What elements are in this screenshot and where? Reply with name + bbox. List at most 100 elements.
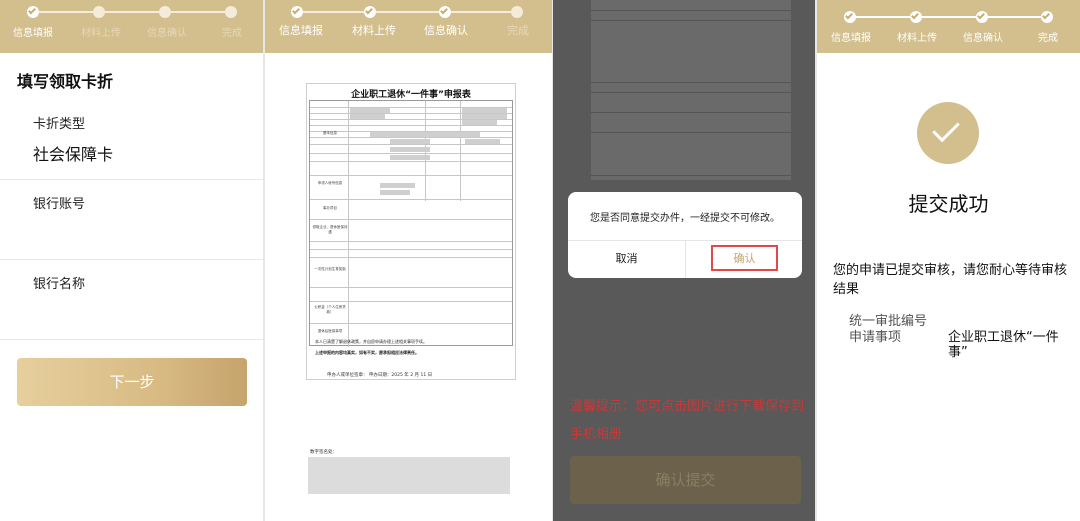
document-title: 企业职工退休“一件事”申报表: [351, 90, 471, 100]
table-row-line: [591, 112, 791, 113]
check-icon: [292, 6, 300, 15]
confirm-submit-button[interactable]: 确认提交: [570, 456, 801, 504]
approval-number-label: 统一审批编号: [849, 314, 928, 329]
table-row-line: [591, 10, 791, 11]
stepper-track: [849, 16, 1047, 18]
redacted-value: [380, 190, 410, 195]
signature-label: 数字签名处：: [310, 450, 337, 455]
step-label-confirm: 信息确认: [424, 24, 468, 37]
step-label-done: 完成: [222, 28, 242, 39]
check-icon: [28, 6, 36, 15]
dialog-confirm-button[interactable]: 确认: [711, 245, 778, 271]
check-icon: [845, 11, 853, 20]
table-row-line: [310, 301, 512, 302]
divider: [685, 240, 686, 278]
redacted-value: [390, 147, 430, 152]
progress-stepper: 信息填报 材料上传 信息确认 完成: [817, 0, 1080, 53]
table-column-line: [460, 101, 461, 201]
application-form-image[interactable]: 企业职工退休“一件事”申报表 基本信息 申领人帐号信息 事办项目 领取企业、退休…: [306, 83, 516, 380]
redacted-value: [462, 114, 507, 119]
app-screens: 信息填报 材料上传 信息确认 完成 填写领取卡折 卡折类型 社会保障卡 银行账号…: [0, 0, 1080, 521]
document-table: 基本信息 申领人帐号信息 事办项目 领取企业、退休医保待遇 一次性计划生育奖励 …: [309, 100, 513, 347]
divider: [0, 259, 263, 260]
confirm-submit-screen: 温馨提示：您可点击图片进行下载保存到手机相册 确认提交 您是否同意提交办件，一经…: [553, 0, 815, 521]
check-icon: [365, 6, 373, 15]
redacted-value: [462, 120, 497, 125]
matter-value: 企业职工退休“一件事”: [948, 330, 1059, 360]
download-tip: 温馨提示：您可点击图片进行下载保存到手机相册: [570, 399, 805, 442]
step-dot-done: [844, 11, 856, 23]
step-dot-done: [291, 6, 303, 18]
table-row-line: [310, 323, 512, 324]
document-section: 公积金（个人住房贷款）: [314, 305, 346, 314]
table-row-line: [310, 241, 512, 242]
redacted-value: [380, 183, 415, 188]
card-type-select[interactable]: 社会保障卡: [33, 141, 113, 165]
document-section: 领取企业、退休医保待遇: [312, 225, 348, 234]
step-label-done: 完成: [507, 24, 529, 37]
document-declaration: 本人已清楚了解退休政策，并自愿申请办理上述相关事项手续。: [315, 339, 427, 344]
progress-stepper: 信息填报 材料上传 信息确认 完成: [265, 0, 552, 53]
dialog-message: 您是否同意提交办件，一经提交不可修改。: [590, 213, 780, 224]
step-label-fill: 信息填报: [13, 28, 53, 39]
dialog-cancel-button[interactable]: 取消: [568, 240, 685, 278]
redacted-value: [390, 139, 430, 144]
table-row-line: [310, 199, 512, 200]
table-row-line: [591, 132, 791, 133]
redacted-value: [350, 108, 390, 113]
next-step-button[interactable]: 下一步: [17, 358, 247, 406]
stepper-track: [297, 11, 517, 13]
step-label-fill: 信息填报: [831, 33, 871, 44]
step-dot: [93, 6, 105, 18]
document-section: 一次性计划生育奖励: [314, 267, 346, 271]
step-label-confirm: 信息确认: [963, 33, 1003, 44]
document-statement: 上述申报的内容均真实，如有不实，愿承担相应法律责任。: [315, 350, 419, 355]
step-dot-done: [910, 11, 922, 23]
check-icon: [932, 114, 960, 143]
dimmed-document: [591, 0, 791, 180]
bank-account-label: 银行账号: [33, 197, 86, 212]
table-row-line: [310, 153, 512, 154]
step-dot: [159, 6, 171, 18]
step-dot: [225, 6, 237, 18]
table-row-line: [310, 257, 512, 258]
step-label-fill: 信息填报: [279, 24, 323, 37]
step-label-upload: 材料上传: [897, 33, 937, 44]
table-row-line: [310, 249, 512, 250]
step-dot-done: [364, 6, 376, 18]
table-row-line: [591, 20, 791, 21]
fill-info-screen: 信息填报 材料上传 信息确认 完成 填写领取卡折 卡折类型 社会保障卡 银行账号…: [0, 0, 263, 521]
form-title: 填写领取卡折: [17, 72, 114, 91]
table-row-line: [310, 144, 512, 145]
table-row-line: [310, 287, 512, 288]
redacted-value: [370, 132, 480, 137]
signature-area[interactable]: [308, 457, 510, 494]
document-preview-screen: 信息填报 材料上传 信息确认 完成 企业职工退休“一件事”申报表 基本信息 申领…: [265, 0, 552, 521]
bank-name-input[interactable]: [33, 294, 248, 324]
table-row-line: [310, 137, 512, 138]
check-icon: [977, 11, 985, 20]
redacted-value: [350, 114, 385, 119]
submit-success-screen: 信息填报 材料上传 信息确认 完成 提交成功 您的申请已提交审核，请您耐心等待审…: [817, 0, 1080, 521]
step-dot-done: [976, 11, 988, 23]
progress-stepper: 信息填报 材料上传 信息确认 完成: [0, 0, 263, 53]
success-description: 您的申请已提交审核，请您耐心等待审核结果: [833, 263, 1068, 297]
redacted-value: [390, 155, 430, 160]
table-row-line: [310, 219, 512, 220]
redacted-value: [465, 139, 500, 144]
bank-name-label: 银行名称: [33, 277, 86, 292]
step-dot-done: [1041, 11, 1053, 23]
card-type-label: 卡折类型: [33, 117, 86, 132]
success-check-icon: [917, 102, 979, 164]
step-label-upload: 材料上传: [352, 24, 396, 37]
bank-account-input[interactable]: [33, 214, 248, 244]
confirm-dialog: 您是否同意提交办件，一经提交不可修改。 取消 确认: [568, 192, 802, 278]
document-section: 事办项目: [323, 206, 337, 210]
table-row-line: [591, 92, 791, 93]
matter-label: 申请事项: [849, 330, 902, 345]
step-dot-done: [439, 6, 451, 18]
document-section: 退休后医保事项: [317, 329, 343, 333]
redacted-value: [462, 108, 507, 113]
step-label-upload: 材料上传: [81, 28, 121, 39]
divider: [0, 339, 263, 340]
